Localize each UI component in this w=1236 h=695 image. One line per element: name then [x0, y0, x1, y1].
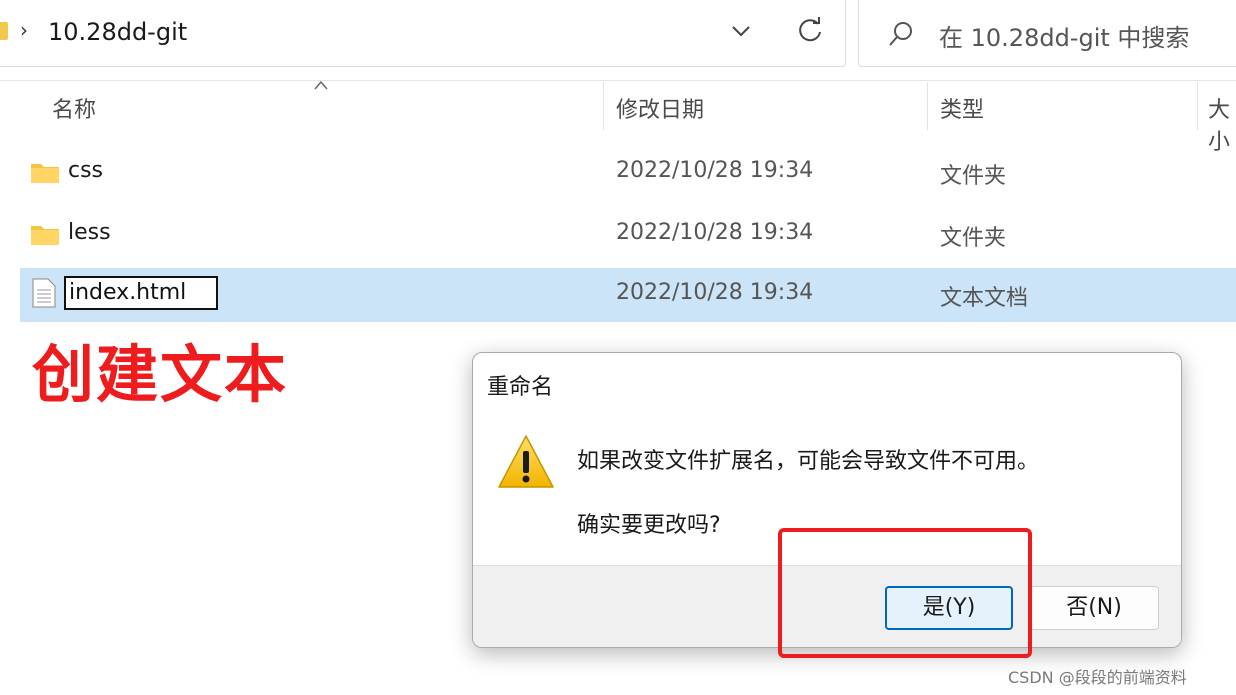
file-date: 2022/10/28 19:34 — [616, 220, 814, 245]
refresh-icon[interactable] — [796, 16, 824, 44]
column-divider[interactable] — [1197, 82, 1198, 130]
sort-ascending-icon — [314, 80, 328, 90]
file-row-css[interactable]: css 2022/10/28 19:34 文件夹 — [20, 146, 1236, 200]
chevron-down-icon[interactable] — [728, 18, 754, 44]
file-type: 文本文档 — [940, 286, 1029, 311]
folder-icon — [0, 22, 8, 40]
highlight-frame — [778, 528, 1032, 658]
dialog-message: 如果改变文件扩展名，可能会导致文件不可用。 — [577, 449, 1040, 474]
file-date: 2022/10/28 19:34 — [616, 158, 814, 183]
search-icon — [889, 22, 912, 46]
text-file-icon — [32, 278, 56, 308]
file-name: less — [68, 220, 111, 245]
column-header-name[interactable]: 名称 — [52, 92, 96, 124]
file-date: 2022/10/28 19:34 — [616, 280, 814, 305]
folder-icon — [31, 164, 59, 183]
breadcrumb-path[interactable]: 10.28dd-git — [48, 18, 187, 46]
annotation-text: 创建文本 — [32, 338, 289, 411]
dialog-question: 确实要更改吗? — [577, 513, 721, 538]
search-placeholder: 在 10.28dd-git 中搜索 — [939, 24, 1190, 52]
column-divider[interactable] — [603, 82, 604, 130]
file-type: 文件夹 — [940, 226, 1007, 251]
watermark: CSDN @段段的前端资料 — [1008, 668, 1187, 687]
column-header-date[interactable]: 修改日期 — [616, 92, 704, 124]
column-header-type[interactable]: 类型 — [940, 92, 984, 124]
file-row-index-html[interactable]: index.html 2022/10/28 19:34 文本文档 — [20, 268, 1236, 322]
rename-input[interactable]: index.html — [64, 276, 218, 310]
address-search-bar: › 10.28dd-git 在 10.28dd-git 中搜索 — [0, 0, 1236, 81]
warning-icon — [498, 435, 554, 488]
file-row-less[interactable]: less 2022/10/28 19:34 文件夹 — [20, 208, 1236, 262]
address-bar[interactable]: › 10.28dd-git — [0, 0, 846, 67]
no-button[interactable]: 否(N) — [1029, 586, 1159, 630]
breadcrumb-separator[interactable]: › — [20, 18, 28, 42]
dialog-title: 重命名 — [487, 375, 554, 400]
folder-icon — [31, 226, 59, 245]
search-input[interactable]: 在 10.28dd-git 中搜索 — [858, 0, 1236, 67]
file-type: 文件夹 — [940, 164, 1007, 189]
column-divider[interactable] — [927, 82, 928, 130]
file-name: css — [68, 158, 104, 183]
